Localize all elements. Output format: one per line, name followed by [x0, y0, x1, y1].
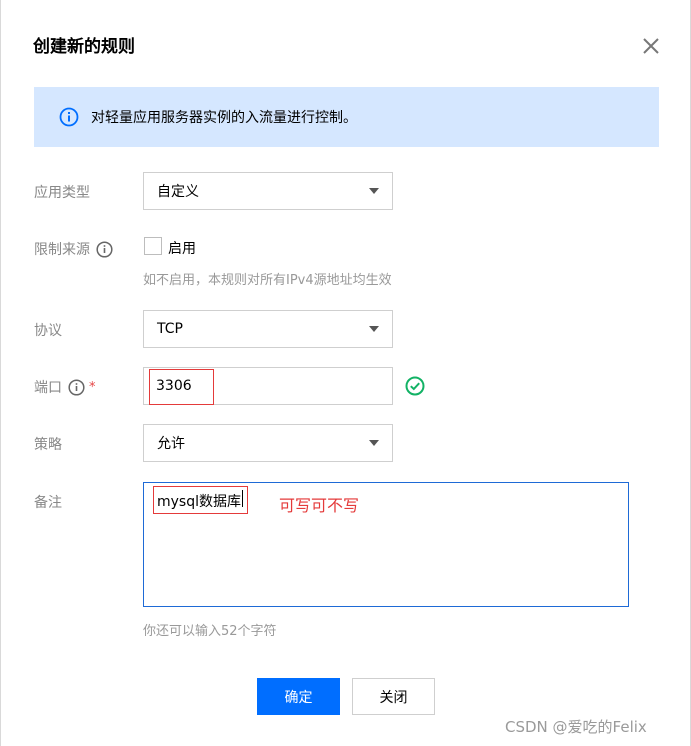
port-label-text: 端口 [34, 380, 62, 396]
protocol-label: 协议 [34, 320, 62, 340]
confirm-button[interactable]: 确定 [257, 678, 340, 715]
info-icon[interactable] [68, 378, 85, 396]
enable-source-checkbox[interactable] [144, 237, 162, 255]
remark-label-text: 备注 [34, 495, 62, 511]
dialog-title: 创建新的规则 [33, 37, 135, 57]
notice-text: 对轻量应用服务器实例的入流量进行控制。 [91, 110, 357, 126]
app-type-label: 应用类型 [34, 182, 90, 202]
check-circle-icon [405, 376, 425, 396]
watermark: CSDN @爱吃的Felix [505, 718, 647, 736]
protocol-select[interactable]: TCP [143, 310, 393, 348]
info-icon[interactable] [96, 240, 113, 258]
chevron-down-icon [369, 326, 379, 332]
port-label: 端口 * [34, 377, 96, 397]
remark-remaining-hint: 你还可以输入52个字符 [143, 624, 277, 639]
remark-label: 备注 [34, 492, 62, 512]
port-value: 3306 [156, 378, 192, 394]
policy-label: 策略 [34, 434, 62, 454]
source-limit-label: 限制来源 [34, 239, 113, 259]
app-type-value: 自定义 [157, 184, 199, 200]
enable-source-label[interactable]: 启用 [168, 238, 196, 258]
info-notice: 对轻量应用服务器实例的入流量进行控制。 [34, 87, 659, 147]
close-button[interactable]: 关闭 [352, 678, 435, 715]
create-rule-dialog: 创建新的规则 对轻量应用服务器实例的入流量进行控制。 应用类型 自定义 限制来源… [0, 0, 691, 746]
source-limit-hint: 如不启用，本规则对所有IPv4源地址均生效 [143, 273, 392, 288]
remark-value: mysql数据库 [157, 494, 241, 510]
source-limit-label-text: 限制来源 [34, 242, 90, 258]
policy-label-text: 策略 [34, 437, 62, 453]
chevron-down-icon [369, 188, 379, 194]
chevron-down-icon [369, 440, 379, 446]
app-type-label-text: 应用类型 [34, 185, 90, 201]
protocol-label-text: 协议 [34, 323, 62, 339]
close-icon[interactable] [641, 36, 661, 56]
required-mark: * [89, 379, 96, 395]
policy-select[interactable]: 允许 [143, 424, 393, 462]
protocol-value: TCP [157, 321, 183, 337]
annotation-text: 可写可不写 [279, 496, 360, 515]
app-type-select[interactable]: 自定义 [143, 172, 393, 210]
text-cursor [242, 490, 243, 507]
info-icon [59, 107, 79, 127]
policy-value: 允许 [157, 436, 185, 452]
